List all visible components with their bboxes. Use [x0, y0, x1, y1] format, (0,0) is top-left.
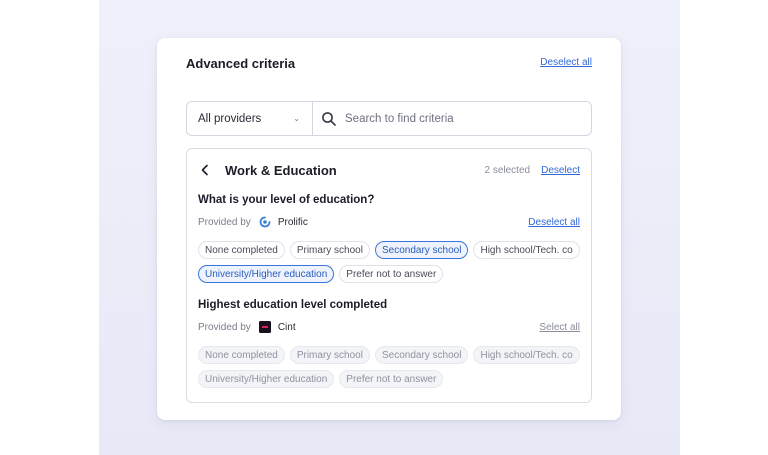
search-input[interactable]: [345, 112, 575, 125]
provided-by-row: Provided by Cint Select all: [198, 321, 580, 333]
deselect-link[interactable]: Deselect: [541, 165, 580, 176]
provided-by-row: Provided by Prolific Deselect all: [198, 216, 580, 228]
chip-none-completed[interactable]: None completed: [198, 346, 285, 364]
select-all-section-link[interactable]: Select all: [539, 322, 580, 333]
provider-dropdown[interactable]: All providers ⌄: [187, 102, 313, 135]
chip-high-school-tech[interactable]: High school/Tech. co: [473, 241, 580, 259]
chip-primary-school[interactable]: Primary school: [289, 241, 370, 259]
deselect-all-section-link[interactable]: Deselect all: [528, 217, 580, 228]
provided-by-label: Provided by: [198, 216, 251, 228]
question-title: What is your level of education?: [198, 194, 375, 206]
chip-high-school-tech[interactable]: High school/Tech. co: [473, 346, 580, 364]
criteria-section-education-level: What is your level of education? Provide…: [198, 194, 580, 283]
criteria-panel: Work & Education 2 selected Deselect Wha…: [186, 148, 592, 403]
provider-name: Prolific: [277, 216, 308, 228]
selected-count: 2 selected: [484, 164, 531, 176]
provided-by-label: Provided by: [198, 321, 251, 333]
chip-prefer-not-to-answer[interactable]: Prefer not to answer: [339, 370, 444, 388]
panel-actions: 2 selected Deselect: [485, 165, 581, 176]
chip-primary-school[interactable]: Primary school: [289, 346, 370, 364]
prolific-logo-icon: [259, 216, 271, 228]
answer-chips: None completed Primary school Secondary …: [198, 346, 591, 388]
chip-university-higher-education[interactable]: University/Higher education: [198, 370, 335, 388]
panel-right-gutter: [580, 149, 591, 402]
chip-secondary-school[interactable]: Secondary school: [374, 346, 469, 364]
chip-none-completed[interactable]: None completed: [198, 241, 285, 259]
criteria-section-highest-education: Highest education level completed Provid…: [198, 299, 580, 388]
cint-logo-icon: [258, 321, 271, 333]
chip-prefer-not-to-answer[interactable]: Prefer not to answer: [339, 265, 444, 283]
panel-header: Work & Education 2 selected Deselect: [198, 160, 580, 180]
provider-name: Cint: [277, 321, 296, 333]
provider-dropdown-value: All providers: [198, 112, 262, 125]
chevron-down-icon: ⌄: [293, 114, 300, 123]
search-field[interactable]: [313, 102, 591, 135]
filter-bar: All providers ⌄: [186, 101, 592, 136]
panel-title: Work & Education: [225, 162, 337, 178]
search-icon: [322, 111, 336, 126]
advanced-criteria-card: Advanced criteria Deselect all All provi…: [157, 38, 621, 420]
deselect-all-link[interactable]: Deselect all: [540, 57, 592, 68]
back-chevron-icon[interactable]: [198, 163, 212, 177]
card-title: Advanced criteria: [186, 56, 296, 71]
chip-secondary-school[interactable]: Secondary school: [374, 241, 469, 259]
answer-chips: None completed Primary school Secondary …: [198, 241, 591, 283]
question-title: Highest education level completed: [198, 299, 388, 311]
chip-university-higher-education[interactable]: University/Higher education: [198, 265, 335, 283]
